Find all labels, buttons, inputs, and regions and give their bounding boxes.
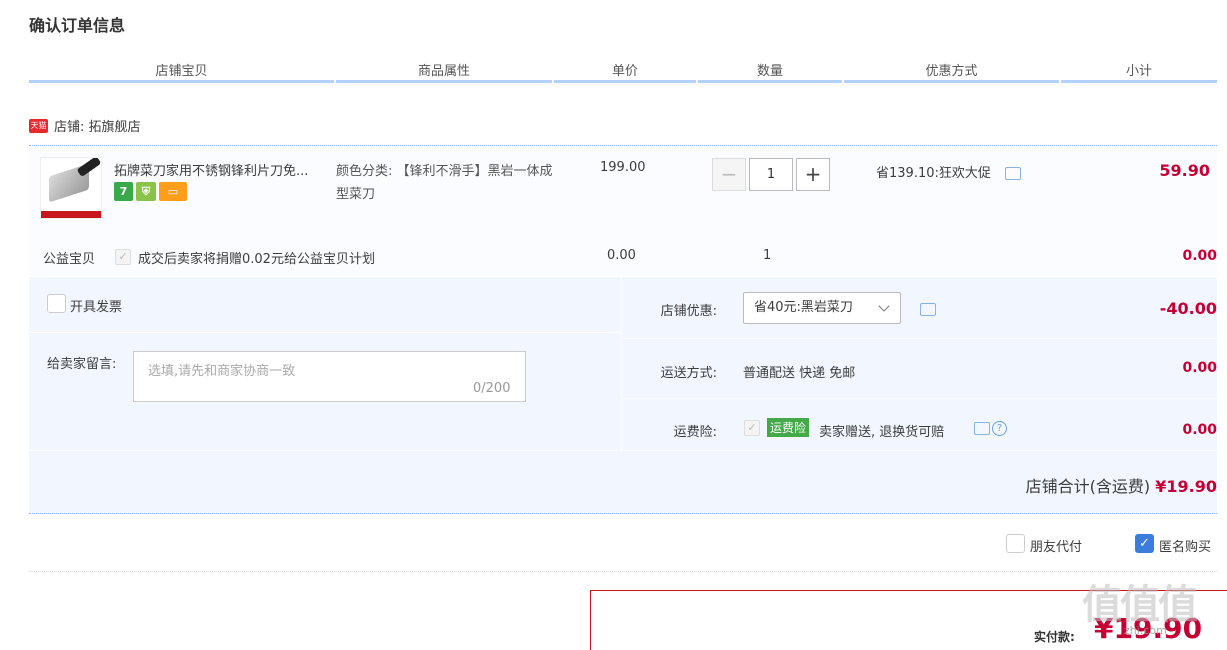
shop-discount-value: 省40元:黑岩菜刀 <box>754 300 853 315</box>
shipping-method: 普通配送 快递 免邮 <box>743 366 856 381</box>
promotion-text: 省139.10:狂欢大促 <box>876 166 991 181</box>
product-attributes: 颜色分类: 【锋利不滑手】黑岩一体成型菜刀 <box>336 164 553 202</box>
seven-day-return-icon[interactable]: 7 <box>114 182 133 201</box>
help-icon[interactable]: ? <box>992 421 1007 436</box>
friend-pay-label[interactable]: 朋友代付 <box>1030 536 1082 555</box>
seller-message-count: 0/200 <box>473 381 511 396</box>
seller-message-label: 给卖家留言: <box>47 357 117 372</box>
shipping-amount: 0.00 <box>1182 360 1217 376</box>
col-header-subtotal: 小计 <box>1125 64 1152 79</box>
charity-label: 公益宝贝 <box>43 252 96 267</box>
insurance-text: 卖家赠送, 退换货可赔 <box>819 425 945 440</box>
divider <box>622 338 1217 339</box>
insurance-label: 运费险: <box>673 425 717 440</box>
product-thumbnail[interactable] <box>40 157 102 219</box>
insurance-icons: ? <box>974 421 1007 436</box>
shop-discount-select[interactable]: 省40元:黑岩菜刀 <box>743 292 901 324</box>
seller-message-placeholder: 选填,请先和商家协商一致 <box>148 364 296 379</box>
col-header-attributes: 商品属性 <box>417 64 470 79</box>
col-underline <box>336 80 552 83</box>
col-header-shop-item: 店铺宝贝 <box>155 64 208 79</box>
page-title: 确认订单信息 <box>29 16 126 35</box>
watermark: 值值值 <box>1082 582 1198 628</box>
shop-total: 店铺合计(含运费) ¥19.90 <box>1026 473 1217 497</box>
shop-row: 天猫 店铺: 拓旗舰店 <box>29 116 141 135</box>
insurance-amount: 0.00 <box>1182 422 1217 438</box>
charity-checkbox: ✓ <box>115 249 131 265</box>
col-underline <box>698 80 842 83</box>
service-badges: 7 ⛨ ▭ <box>114 182 187 201</box>
col-header-discount: 优惠方式 <box>925 64 978 79</box>
unit-price: 199.00 <box>600 160 646 175</box>
anonymous-label[interactable]: 匿名购买 <box>1159 536 1211 555</box>
item-subtotal: 59.90 <box>1159 161 1210 180</box>
charity-quantity: 1 <box>763 248 772 263</box>
payment-label: 实付款: <box>1034 630 1075 644</box>
insurance-badge: 运费险 <box>767 418 810 437</box>
friend-pay-checkbox[interactable] <box>1006 534 1025 553</box>
message-icon[interactable] <box>920 303 936 316</box>
quantity-decrease-button[interactable]: − <box>712 158 746 191</box>
divider <box>29 450 1217 451</box>
invoice-label[interactable]: 开具发票 <box>70 296 122 315</box>
col-underline <box>29 80 334 83</box>
divider <box>622 398 1217 399</box>
promotion-info: 省139.10:狂欢大促 <box>876 162 1022 181</box>
invoice-checkbox[interactable] <box>47 294 66 313</box>
col-underline <box>554 80 696 83</box>
charity-subtotal: 0.00 <box>1182 248 1217 264</box>
watermark-url: zhi.com <box>1124 624 1167 637</box>
product-title-link[interactable]: 拓牌菜刀家用不锈钢锋利片刀免... <box>114 160 329 179</box>
shop-discount-label: 店铺优惠: <box>660 304 717 319</box>
col-underline <box>844 80 1059 83</box>
divider <box>29 276 1217 277</box>
divider <box>29 332 621 333</box>
divider <box>29 571 1217 572</box>
quantity-stepper: − + <box>712 158 830 191</box>
insurance-checkbox: ✓ <box>744 420 760 436</box>
col-underline <box>1061 80 1217 83</box>
shipping-label: 运送方式: <box>660 366 717 381</box>
charity-price: 0.00 <box>607 248 636 263</box>
quantity-increase-button[interactable]: + <box>796 158 830 191</box>
shop-total-label: 店铺合计(含运费) <box>1025 477 1151 496</box>
chevron-down-icon <box>878 300 890 312</box>
col-header-unit-price: 单价 <box>611 64 638 79</box>
quantity-input[interactable] <box>749 158 793 191</box>
message-icon[interactable] <box>974 422 990 435</box>
shop-total-amount: ¥19.90 <box>1155 477 1217 496</box>
charity-text: 成交后卖家将捐赠0.02元给公益宝贝计划 <box>138 252 375 267</box>
guarantee-icon[interactable]: ⛨ <box>136 182 156 201</box>
col-header-quantity: 数量 <box>756 64 783 79</box>
shop-discount-amount: -40.00 <box>1159 299 1217 318</box>
anonymous-checkbox[interactable]: ✓ <box>1135 534 1154 553</box>
tmall-icon: 天猫 <box>29 118 48 133</box>
divider <box>29 513 1217 514</box>
credit-card-icon[interactable]: ▭ <box>159 182 187 201</box>
shop-name[interactable]: 店铺: 拓旗舰店 <box>54 116 141 135</box>
message-icon[interactable] <box>1005 167 1022 180</box>
